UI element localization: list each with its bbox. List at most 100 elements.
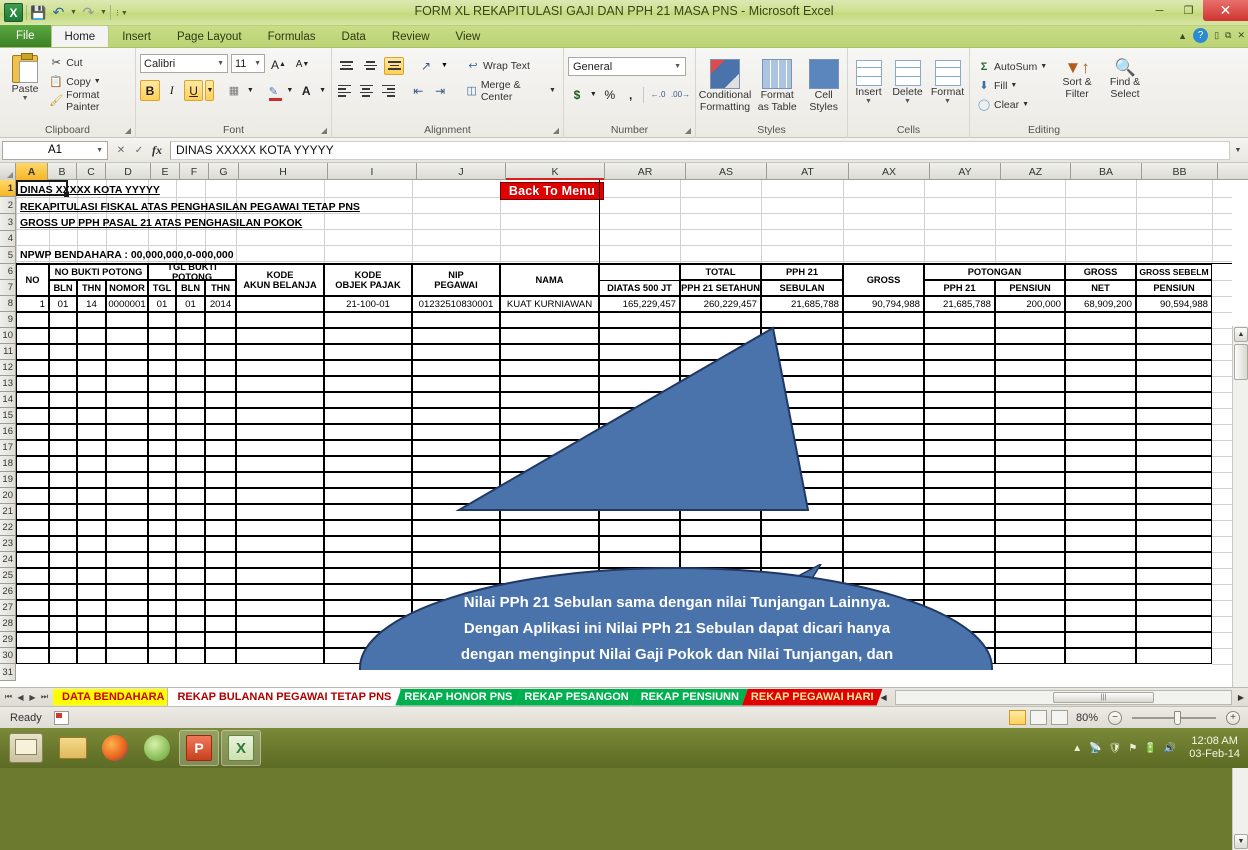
table-row-cell[interactable] (761, 408, 843, 424)
table-row-cell[interactable] (599, 328, 680, 344)
table-row-cell[interactable] (236, 648, 324, 664)
callout-shape[interactable]: Nilai PPh 21 Sebulan sama dengan nilai T… (359, 564, 993, 670)
row-header-29[interactable]: 29 (0, 632, 16, 648)
table-row-cell[interactable] (176, 328, 205, 344)
table-row-cell[interactable] (49, 344, 77, 360)
table-row-cell[interactable] (77, 424, 106, 440)
row-header-10[interactable]: 10 (0, 328, 16, 344)
table-row-cell[interactable] (599, 536, 680, 552)
table-row-cell[interactable] (1065, 536, 1136, 552)
row-header-22[interactable]: 22 (0, 520, 16, 536)
restore-workbook-icon[interactable]: ⧉ (1225, 30, 1231, 41)
minimize-workbook-icon[interactable]: ▯ (1214, 30, 1219, 41)
row-header-15[interactable]: 15 (0, 408, 16, 424)
td-gross[interactable]: 90,794,988 (843, 296, 924, 312)
sheet-nav-buttons[interactable]: ⏮ ◀ ▶ ⏭ (0, 692, 53, 702)
table-row-cell[interactable] (412, 504, 500, 520)
table-row-cell[interactable] (1065, 424, 1136, 440)
td-no[interactable]: 1 (16, 296, 49, 312)
table-row-cell[interactable] (77, 312, 106, 328)
zoom-slider-thumb[interactable] (1174, 710, 1181, 725)
restore-button[interactable]: ❐ (1174, 0, 1203, 21)
table-row-cell[interactable] (412, 456, 500, 472)
table-row-cell[interactable] (148, 504, 176, 520)
table-row-cell[interactable] (236, 312, 324, 328)
close-button[interactable]: ✕ (1203, 0, 1248, 21)
table-row-cell[interactable] (995, 648, 1065, 664)
table-row-cell[interactable] (176, 504, 205, 520)
clipboard-dialog-launcher-icon[interactable]: ◢ (125, 126, 131, 135)
table-row-cell[interactable] (77, 360, 106, 376)
volume-icon[interactable]: 🔊 (1164, 743, 1176, 754)
table-row-cell[interactable] (176, 392, 205, 408)
row-header-31[interactable]: 31 (0, 664, 16, 681)
font-dialog-launcher-icon[interactable]: ◢ (321, 126, 327, 135)
italic-button[interactable]: I (162, 80, 182, 101)
table-row-cell[interactable] (49, 584, 77, 600)
table-row-cell[interactable] (106, 312, 148, 328)
table-row-cell[interactable] (16, 424, 49, 440)
table-row-cell[interactable] (236, 344, 324, 360)
column-header-BB[interactable]: BB (1142, 163, 1218, 180)
table-row-cell[interactable] (77, 488, 106, 504)
table-row-cell[interactable] (16, 360, 49, 376)
table-row-cell[interactable] (1065, 648, 1136, 664)
table-row-cell[interactable] (843, 520, 924, 536)
table-row-cell[interactable] (412, 376, 500, 392)
table-row-cell[interactable] (843, 456, 924, 472)
table-row-cell[interactable] (49, 488, 77, 504)
table-row-cell[interactable] (148, 344, 176, 360)
table-row-cell[interactable] (49, 536, 77, 552)
table-row-cell[interactable] (1065, 312, 1136, 328)
table-row-cell[interactable] (236, 600, 324, 616)
orientation-dropdown[interactable]: ▼ (440, 57, 449, 75)
table-row-cell[interactable] (49, 328, 77, 344)
font-color-button[interactable]: A (296, 80, 316, 101)
table-row-cell[interactable] (16, 600, 49, 616)
table-row-cell[interactable] (324, 408, 412, 424)
row-header-23[interactable]: 23 (0, 536, 16, 552)
scroll-up-button[interactable]: ▲ (1234, 327, 1248, 342)
table-row-cell[interactable] (500, 424, 599, 440)
page-break-view-button[interactable] (1050, 710, 1068, 725)
table-row-cell[interactable] (77, 408, 106, 424)
network-icon[interactable]: ⚑ (1128, 743, 1137, 754)
table-row-cell[interactable] (324, 488, 412, 504)
table-row-cell[interactable] (16, 584, 49, 600)
table-row-cell[interactable] (16, 568, 49, 584)
table-row-cell[interactable] (680, 472, 761, 488)
table-row-cell[interactable] (16, 504, 49, 520)
close-workbook-icon[interactable]: ✕ (1237, 30, 1245, 41)
table-row-cell[interactable] (761, 488, 843, 504)
fill-button[interactable]: ⬇ Fill ▼ (974, 76, 1050, 95)
vertical-scrollbar[interactable]: ▲ ▼ (1232, 326, 1248, 850)
row-header-7[interactable]: 7 (0, 280, 16, 296)
table-row-cell[interactable] (106, 536, 148, 552)
table-row-cell[interactable] (205, 552, 236, 568)
insert-function-icon[interactable]: fx (149, 142, 165, 158)
table-row-cell[interactable] (1065, 472, 1136, 488)
wrap-text-button[interactable]: ↩ Wrap Text (463, 56, 533, 75)
table-row-cell[interactable] (1065, 632, 1136, 648)
underline-button[interactable]: U (183, 80, 204, 101)
table-row-cell[interactable] (324, 392, 412, 408)
table-row-cell[interactable] (924, 328, 995, 344)
table-row-cell[interactable] (205, 440, 236, 456)
tab-home[interactable]: Home (50, 25, 110, 47)
table-row-cell[interactable] (599, 488, 680, 504)
td-pot-pph21[interactable]: 21,685,788 (924, 296, 995, 312)
table-row-cell[interactable] (995, 488, 1065, 504)
table-row-cell[interactable] (412, 536, 500, 552)
td-diatas-500jt[interactable]: 165,229,457 (599, 296, 680, 312)
table-row-cell[interactable] (77, 376, 106, 392)
table-row-cell[interactable] (924, 376, 995, 392)
delete-cells-button[interactable]: Delete ▼ (891, 56, 924, 105)
table-row-cell[interactable] (205, 344, 236, 360)
table-row-cell[interactable] (205, 424, 236, 440)
table-row-cell[interactable] (148, 616, 176, 632)
table-row-cell[interactable] (77, 520, 106, 536)
percent-button[interactable]: % (601, 84, 619, 105)
fill-color-dropdown[interactable]: ▼ (285, 80, 294, 101)
conditional-formatting-button[interactable]: Conditional Formatting (699, 55, 751, 113)
table-row-cell[interactable] (148, 520, 176, 536)
